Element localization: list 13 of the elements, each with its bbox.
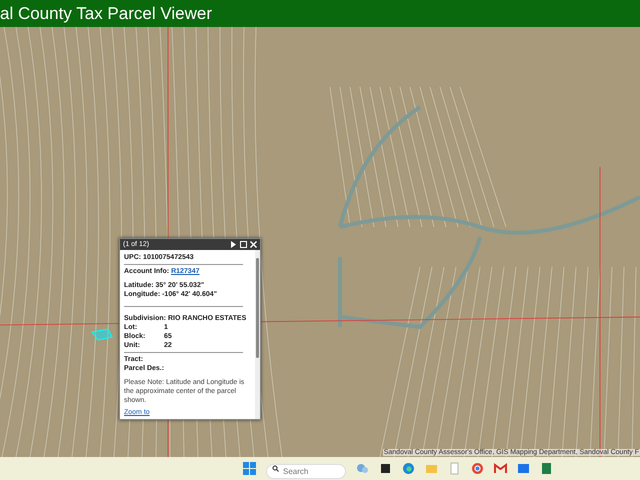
scrollbar[interactable] <box>255 250 260 419</box>
close-icon[interactable] <box>250 241 257 248</box>
app-title: al County Tax Parcel Viewer <box>0 4 212 24</box>
maximize-icon[interactable] <box>240 241 247 248</box>
search-icon <box>272 465 279 472</box>
windows-start-icon[interactable] <box>243 462 256 475</box>
spreadsheet-icon[interactable] <box>540 462 553 475</box>
next-arrow-icon[interactable] <box>230 241 237 248</box>
browser-icon[interactable] <box>402 462 415 475</box>
widget-icon[interactable] <box>356 462 369 475</box>
search-field[interactable]: Search <box>266 464 346 479</box>
app-window-icon[interactable] <box>379 462 392 475</box>
mail-icon[interactable] <box>494 462 507 475</box>
